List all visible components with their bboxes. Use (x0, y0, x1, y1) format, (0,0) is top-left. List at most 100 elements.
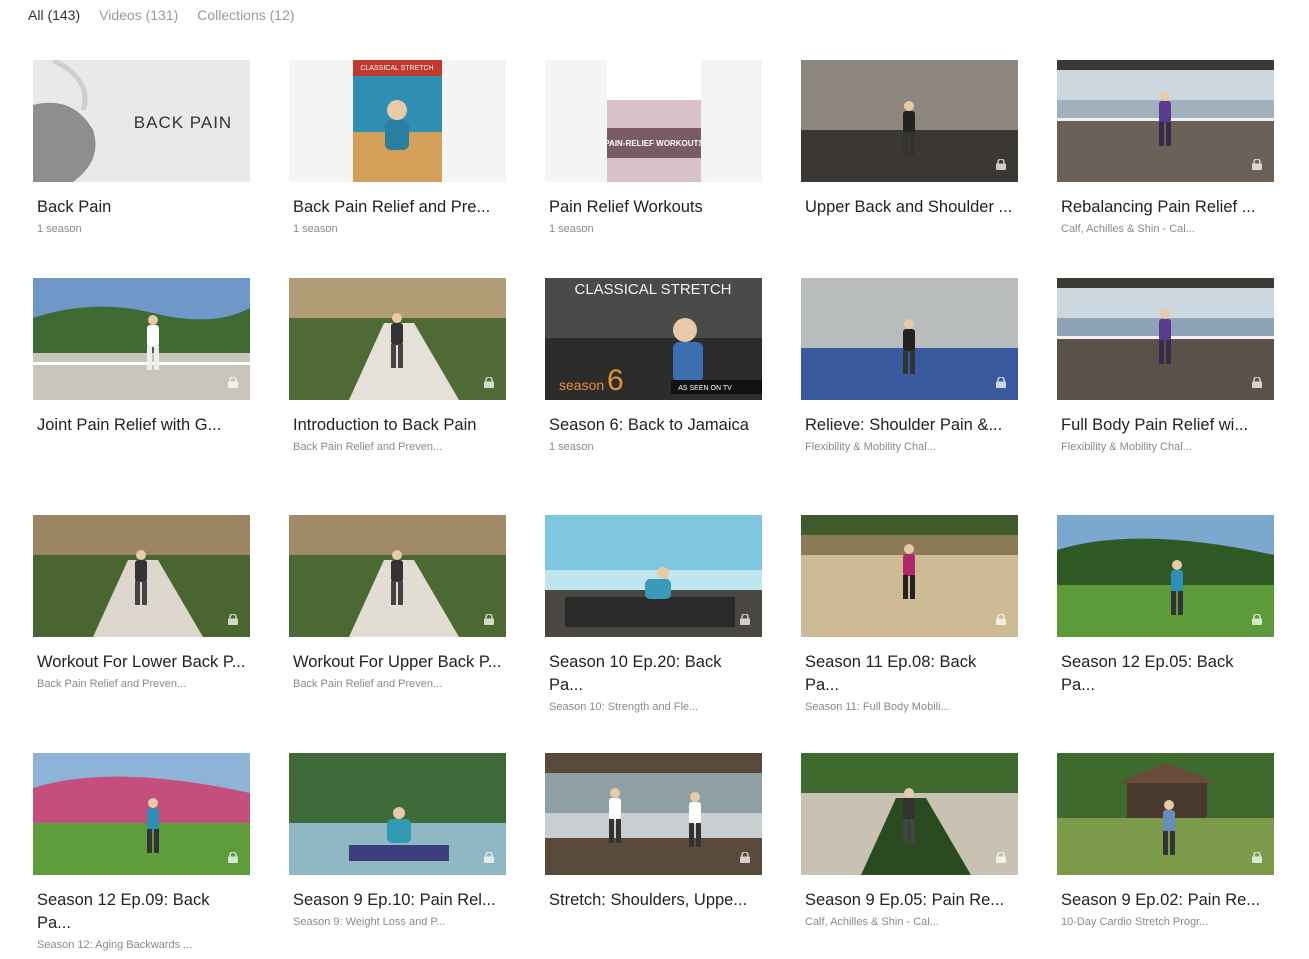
content-card[interactable]: Workout For Upper Back P... Back Pain Rel… (289, 515, 506, 753)
card-subtitle: Calf, Achilles & Shin - Cal... (1061, 223, 1195, 235)
cover-title: PAIN-RELIEF WORKOUTS (604, 139, 704, 148)
content-card[interactable]: Season 12 Ep.09: Back Pa... Season 12: Ag… (33, 753, 250, 959)
content-card[interactable]: Season 9 Ep.02: Pain Re... 10-Day Cardio … (1057, 753, 1274, 959)
content-card[interactable]: Upper Back and Shoulder ... (801, 60, 1018, 278)
thumbnail-image (33, 278, 250, 400)
lock-icon (996, 159, 1006, 170)
lock-icon (740, 614, 750, 625)
card-thumbnail[interactable] (801, 515, 1018, 637)
tab-videos[interactable]: Videos (131) (99, 7, 178, 23)
card-thumbnail[interactable] (801, 60, 1018, 182)
thumbnail-image (801, 515, 1018, 637)
card-title[interactable]: Joint Pain Relief with G... (37, 414, 246, 437)
content-card[interactable]: PAIN-RELIEF WORKOUTS Pain Relief Workouts… (545, 60, 762, 278)
card-thumbnail[interactable] (545, 753, 762, 875)
card-title[interactable]: Workout For Upper Back P... (293, 651, 502, 674)
tab-collections[interactable]: Collections (12) (197, 7, 294, 23)
content-card[interactable]: Season 11 Ep.08: Back Pa... Season 11: Fu… (801, 515, 1018, 753)
card-title[interactable]: Full Body Pain Relief wi... (1061, 414, 1270, 437)
content-card[interactable]: Full Body Pain Relief wi... Flexibility &… (1057, 278, 1274, 515)
card-title[interactable]: Season 12 Ep.05: Back Pa... (1061, 651, 1270, 697)
card-subtitle: 1 season (293, 223, 338, 235)
card-title[interactable]: Season 9 Ep.02: Pain Re... (1061, 889, 1270, 912)
card-thumbnail[interactable] (289, 515, 506, 637)
card-thumbnail[interactable] (33, 515, 250, 637)
card-thumbnail[interactable] (33, 753, 250, 875)
lock-icon (1252, 614, 1262, 625)
card-title[interactable]: Season 9 Ep.10: Pain Rel... (293, 889, 502, 912)
card-thumbnail[interactable] (33, 278, 250, 400)
card-title[interactable]: Upper Back and Shoulder ... (805, 196, 1014, 219)
lock-icon (484, 852, 494, 863)
thumbnail-image: PAIN-RELIEF WORKOUTS (545, 60, 762, 182)
card-title[interactable]: Stretch: Shoulders, Uppe... (549, 889, 758, 912)
cover-season-number: 6 (607, 364, 624, 397)
content-card[interactable]: CLASSICAL STRETCH Back Pain Relief and Pr… (289, 60, 506, 278)
filter-tabs: All (143) Videos (131) Collections (12) (28, 7, 295, 23)
card-title[interactable]: Season 10 Ep.20: Back Pa... (549, 651, 758, 697)
card-thumbnail[interactable] (801, 278, 1018, 400)
lock-icon (228, 852, 238, 863)
content-card[interactable]: Season 10 Ep.20: Back Pa... Season 10: St… (545, 515, 762, 753)
card-thumbnail[interactable] (545, 515, 762, 637)
thumbnail-image (801, 60, 1018, 182)
card-title[interactable]: Workout For Lower Back P... (37, 651, 246, 674)
card-title[interactable]: Pain Relief Workouts (549, 196, 758, 219)
content-card[interactable]: Introduction to Back Pain Back Pain Relie… (289, 278, 506, 515)
card-subtitle: Back Pain Relief and Preven... (37, 678, 187, 690)
content-card[interactable]: Season 9 Ep.05: Pain Re... Calf, Achilles… (801, 753, 1018, 959)
content-card[interactable]: CLASSICAL STRETCH season 6 AS SEEN ON TV Sea… (545, 278, 762, 515)
card-title[interactable]: Introduction to Back Pain (293, 414, 502, 437)
card-thumbnail[interactable] (1057, 278, 1274, 400)
thumbnail-image: BACK PAIN (33, 60, 250, 182)
card-thumbnail[interactable] (1057, 60, 1274, 182)
card-thumbnail[interactable]: CLASSICAL STRETCH season 6 AS SEEN ON TV (545, 278, 762, 400)
card-title[interactable]: Season 6: Back to Jamaica (549, 414, 758, 437)
card-thumbnail[interactable] (801, 753, 1018, 875)
content-card[interactable]: Workout For Lower Back P... Back Pain Rel… (33, 515, 250, 753)
content-card[interactable]: Joint Pain Relief with G... (33, 278, 250, 515)
lock-icon (996, 377, 1006, 388)
thumbnail-image (1057, 515, 1274, 637)
card-thumbnail[interactable]: PAIN-RELIEF WORKOUTS (545, 60, 762, 182)
cover-season-word: season (559, 377, 604, 393)
card-title[interactable]: Back Pain (37, 196, 246, 219)
cover-title: BACK PAIN (134, 113, 232, 132)
card-subtitle: Calf, Achilles & Shin - Cal... (805, 916, 939, 928)
card-title[interactable]: Rebalancing Pain Relief ... (1061, 196, 1270, 219)
content-grid: BACK PAIN Back Pain 1 season CLASSICAL STRE… (33, 60, 1274, 959)
card-thumbnail[interactable] (1057, 753, 1274, 875)
card-thumbnail[interactable]: CLASSICAL STRETCH (289, 60, 506, 182)
card-subtitle: 1 season (549, 441, 594, 453)
content-card[interactable]: Season 9 Ep.10: Pain Rel... Season 9: Wei… (289, 753, 506, 959)
thumbnail-image (1057, 753, 1274, 875)
lock-icon (996, 852, 1006, 863)
content-card[interactable]: Rebalancing Pain Relief ... Calf, Achille… (1057, 60, 1274, 278)
card-thumbnail[interactable]: BACK PAIN (33, 60, 250, 182)
card-subtitle: Flexibility & Mobility Chal... (1061, 441, 1192, 453)
content-card[interactable]: Stretch: Shoulders, Uppe... (545, 753, 762, 959)
content-card[interactable]: Season 12 Ep.05: Back Pa... (1057, 515, 1274, 753)
card-thumbnail[interactable] (289, 278, 506, 400)
card-title[interactable]: Season 12 Ep.09: Back Pa... (37, 889, 246, 935)
card-thumbnail[interactable] (1057, 515, 1274, 637)
thumbnail-image (801, 753, 1018, 875)
cover-badge: AS SEEN ON TV (678, 385, 732, 392)
lock-icon (228, 614, 238, 625)
lock-icon (1252, 377, 1262, 388)
card-subtitle: Season 11: Full Body Mobili... (805, 701, 950, 713)
lock-icon (996, 614, 1006, 625)
lock-icon (1252, 159, 1262, 170)
card-title[interactable]: Relieve: Shoulder Pain &... (805, 414, 1014, 437)
content-card[interactable]: Relieve: Shoulder Pain &... Flexibility &… (801, 278, 1018, 515)
tab-all[interactable]: All (143) (28, 7, 80, 23)
thumbnail-image (33, 515, 250, 637)
card-title[interactable]: Back Pain Relief and Pre... (293, 196, 502, 219)
card-title[interactable]: Season 11 Ep.08: Back Pa... (805, 651, 1014, 697)
thumbnail-image (545, 515, 762, 637)
card-title[interactable]: Season 9 Ep.05: Pain Re... (805, 889, 1014, 912)
thumbnail-image (289, 753, 506, 875)
lock-icon (740, 852, 750, 863)
content-card[interactable]: BACK PAIN Back Pain 1 season (33, 60, 250, 278)
card-thumbnail[interactable] (289, 753, 506, 875)
